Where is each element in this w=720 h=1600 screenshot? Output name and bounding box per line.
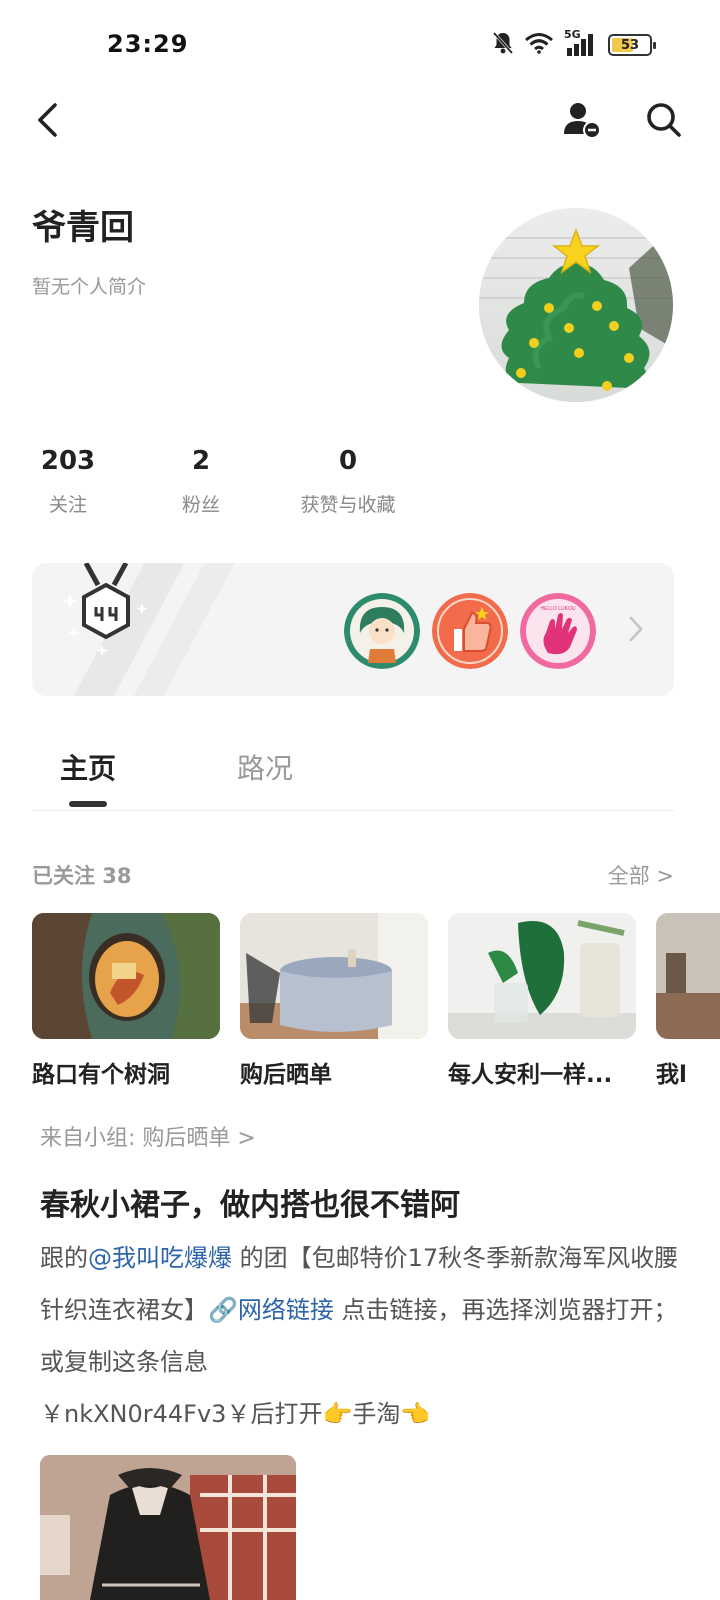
chevron-right-icon xyxy=(629,616,643,642)
stats-row: 203 关注 2 粉丝 0 获赞与收藏 xyxy=(30,446,411,517)
profile-name: 爷青回 xyxy=(32,208,134,248)
avatar[interactable] xyxy=(479,208,673,402)
nav-actions xyxy=(560,98,686,142)
profile-tabs: 主页 路况 xyxy=(32,735,674,811)
post-image[interactable] xyxy=(40,1455,296,1600)
hello-hand-badge[interactable]: HELLO LUKOU xyxy=(520,593,596,669)
badge-card[interactable]: HELLO LUKOU xyxy=(32,563,674,696)
nav-bar xyxy=(0,90,720,154)
post-source-group[interactable]: 来自小组: 购后晒单 > xyxy=(40,1120,256,1152)
group-card[interactable]: 路口有个树洞 xyxy=(32,913,220,1089)
user-mention-link[interactable]: @我叫吃爆爆 xyxy=(88,1244,232,1272)
group-card[interactable]: 每人安利一样... xyxy=(448,913,636,1089)
back-button[interactable] xyxy=(26,98,70,142)
group-thumbnail xyxy=(656,913,720,1039)
medal-icon xyxy=(62,563,148,656)
bell-muted-icon xyxy=(492,31,514,59)
status-time: 23:29 xyxy=(107,30,189,58)
girl-avatar-badge[interactable] xyxy=(344,593,420,669)
web-link[interactable]: 🔗网络链接 xyxy=(208,1296,334,1324)
battery-level: 53 xyxy=(620,37,640,53)
stat-fans[interactable]: 2 粉丝 xyxy=(163,446,239,517)
group-thumbnail xyxy=(240,913,428,1039)
group-name: 每人安利一样... xyxy=(448,1062,613,1088)
group-name: 路口有个树洞 xyxy=(32,1062,170,1088)
chevron-left-icon xyxy=(38,103,57,137)
stat-value: 0 xyxy=(338,446,358,476)
wifi-icon xyxy=(524,32,554,58)
thumbs-up-badge[interactable] xyxy=(432,593,508,669)
stat-label: 粉丝 xyxy=(181,494,220,516)
post-text: 跟的 xyxy=(40,1244,88,1272)
status-icons: 5G 53 xyxy=(492,28,656,60)
stat-likes[interactable]: 0 获赞与收藏 xyxy=(285,446,411,517)
view-all-link[interactable]: 全部 > xyxy=(608,860,674,890)
post-title[interactable]: 春秋小裙子，做内搭也很不错阿 xyxy=(40,1180,460,1224)
stat-label: 获赞与收藏 xyxy=(300,494,396,516)
post-code-line: ￥nkXN0r44Fv3￥后打开👉手淘👈 xyxy=(40,1400,431,1428)
followed-groups-list: 路口有个树洞 购后晒单 每人安利一样... 我l xyxy=(32,913,720,1093)
user-manage-button[interactable] xyxy=(560,98,604,142)
search-icon xyxy=(647,103,681,137)
active-tab-indicator xyxy=(69,801,107,807)
group-name: 购后晒单 xyxy=(240,1062,332,1088)
group-name: 我l xyxy=(656,1062,687,1088)
cellular-signal-icon: 5G xyxy=(564,28,598,58)
tab-road[interactable]: 路况 xyxy=(237,747,293,787)
stat-label: 关注 xyxy=(48,494,87,516)
group-card[interactable]: 我l xyxy=(656,913,720,1089)
status-bar: 23:29 5G 53 xyxy=(0,0,720,90)
battery-icon: 53 xyxy=(608,34,656,56)
group-card[interactable]: 购后晒单 xyxy=(240,913,428,1089)
badges-row: HELLO LUKOU xyxy=(344,593,596,669)
stat-value: 203 xyxy=(40,446,96,476)
christmas-tree-avatar xyxy=(479,208,673,402)
post-body[interactable]: 跟的@我叫吃爆爆 的团【包邮特价17秋冬季新款海军风收腰针织连衣裙女】🔗网络链接… xyxy=(40,1232,680,1440)
stat-following[interactable]: 203 关注 xyxy=(30,446,106,517)
svg-text:HELLO LUKOU: HELLO LUKOU xyxy=(540,606,575,612)
profile-bio: 暂无个人简介 xyxy=(32,276,147,298)
group-thumbnail xyxy=(448,913,636,1039)
search-button[interactable] xyxy=(642,98,686,142)
group-thumbnail xyxy=(32,913,220,1039)
tab-home[interactable]: 主页 xyxy=(60,747,116,787)
user-manage-icon xyxy=(564,103,601,139)
followed-section-header: 已关注 38 全部 > xyxy=(32,860,674,892)
stat-value: 2 xyxy=(191,446,211,476)
followed-title: 已关注 38 xyxy=(32,864,132,888)
